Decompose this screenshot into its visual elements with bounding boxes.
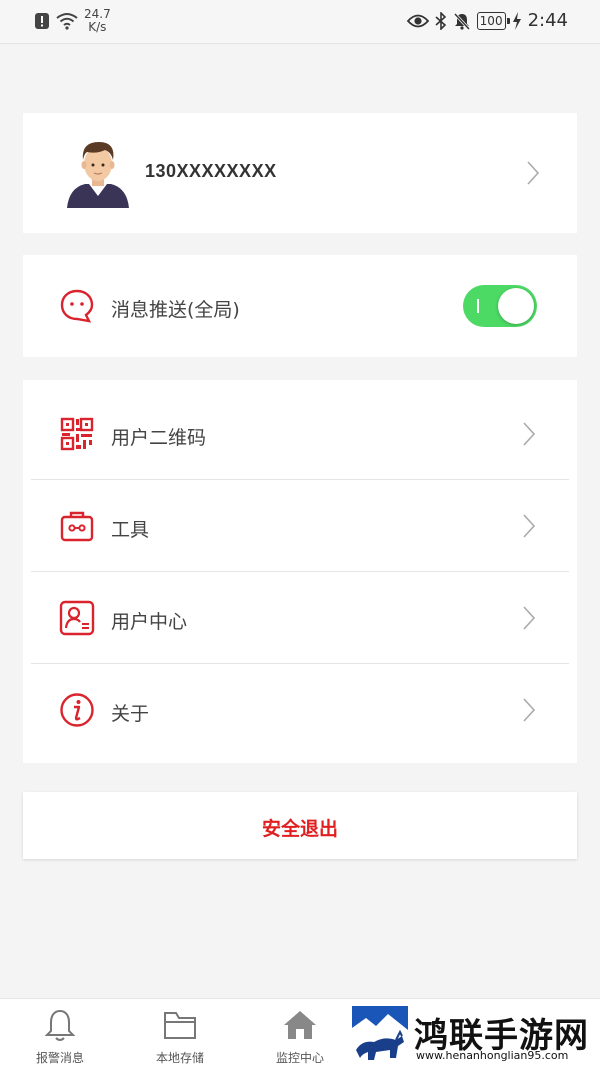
toolbox-icon xyxy=(60,511,94,542)
account-phone: 130XXXXXXXX xyxy=(145,161,277,181)
menu-item-about[interactable]: 关于 xyxy=(23,664,577,756)
folder-icon xyxy=(164,1012,196,1039)
home-icon xyxy=(284,1011,316,1039)
message-bubble-icon xyxy=(60,289,94,323)
tab-monitor-center[interactable]: 监控中心 xyxy=(240,999,360,1067)
wifi-icon xyxy=(56,13,78,30)
push-label: 消息推送(全局) xyxy=(111,299,240,321)
bluetooth-icon xyxy=(435,11,446,30)
bell-icon xyxy=(44,1009,76,1041)
chevron-right-icon xyxy=(523,514,536,538)
watermark: 鸿联手游网 www.henanhonglian95.com xyxy=(352,1006,600,1064)
user-card-icon xyxy=(59,600,95,636)
menu-item-label: 工具 xyxy=(111,519,150,541)
tab-label: 监控中心 xyxy=(275,1051,324,1065)
toggle-knob xyxy=(498,288,534,324)
eye-icon xyxy=(406,14,429,27)
push-setting-card: 消息推送(全局) xyxy=(23,255,577,357)
watermark-url: www.henanhonglian95.com xyxy=(416,1049,569,1062)
clock: 2:44 xyxy=(527,10,568,31)
chevron-right-icon xyxy=(523,698,536,722)
push-toggle[interactable] xyxy=(463,285,537,327)
menu-item-user-center[interactable]: 用户中心 xyxy=(23,572,577,664)
tab-alarm-messages[interactable]: 报警消息 xyxy=(0,999,120,1067)
mute-bell-icon xyxy=(453,12,470,30)
logout-button[interactable]: 安全退出 xyxy=(23,792,577,859)
alert-icon xyxy=(35,13,49,29)
profile-card[interactable]: 130XXXXXXXX xyxy=(23,113,577,233)
logout-label: 安全退出 xyxy=(261,818,338,840)
network-speed-unit: K/s xyxy=(88,20,107,34)
tab-label: 报警消息 xyxy=(35,1051,84,1065)
menu-card: 用户二维码 工具 用户中心 关于 xyxy=(23,380,577,763)
menu-item-label: 用户二维码 xyxy=(111,427,207,449)
info-icon xyxy=(60,693,94,727)
network-speed: 24.7 K/s xyxy=(84,8,111,34)
menu-item-qr-code[interactable]: 用户二维码 xyxy=(23,388,577,480)
toggle-on-mark xyxy=(477,299,479,313)
qr-code-icon xyxy=(60,417,94,451)
charging-icon xyxy=(512,11,521,30)
chevron-right-icon xyxy=(527,161,540,185)
watermark-logo xyxy=(352,1006,408,1062)
menu-item-label: 关于 xyxy=(111,703,150,725)
menu-item-label: 用户中心 xyxy=(111,611,188,633)
chevron-right-icon xyxy=(523,422,536,446)
chevron-right-icon xyxy=(523,606,536,630)
status-right: 100 2:44 xyxy=(406,10,568,31)
battery-indicator: 100 xyxy=(476,11,510,30)
status-bar: 24.7 K/s 100 2:44 xyxy=(0,0,600,44)
menu-item-tools[interactable]: 工具 xyxy=(23,480,577,572)
avatar xyxy=(67,142,129,208)
tab-label: 本地存储 xyxy=(155,1051,204,1065)
tab-local-storage[interactable]: 本地存储 xyxy=(120,999,240,1067)
status-left: 24.7 K/s xyxy=(34,8,111,34)
